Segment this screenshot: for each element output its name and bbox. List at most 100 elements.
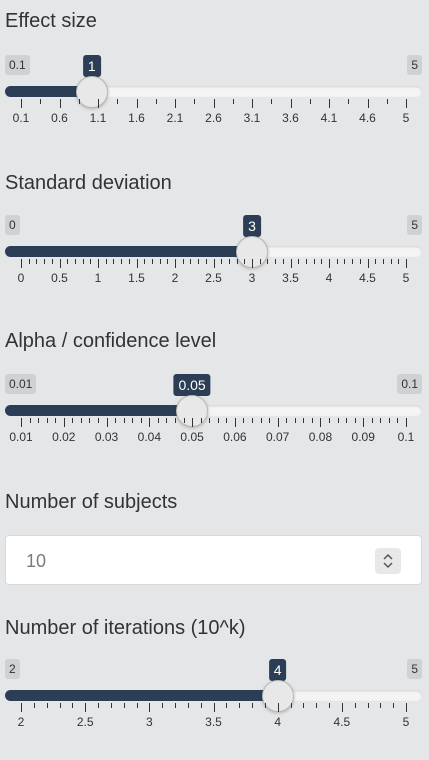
slider-minor-tick [380,418,381,423]
effect-size-slider[interactable]: 0.1 5 1 0.1 0.6 1.1 1.6 2.1 2.6 3.1 3.6 4.1 4.6 5 [0,55,429,155]
slider-minor-tick [129,259,130,264]
slider-minor-tick [75,259,76,264]
slider-major-tick [368,99,369,108]
subjects-input[interactable] [24,548,328,574]
slider-tick-label: 4.1 [320,111,338,125]
slider-major-tick [406,418,407,427]
slider-major-tick [60,99,61,108]
slider-minor-tick [283,259,284,264]
slider-tick-label: 4.5 [333,715,351,729]
slider-minor-tick [233,99,234,104]
slider-minor-tick [360,259,361,264]
slider-tick-label: 0.1 [12,111,30,125]
slider-minor-tick [344,259,345,264]
slider-major-tick [137,259,138,268]
slider-tick-label: 0.05 [180,430,204,444]
slider-tick-label: 0.06 [223,430,247,444]
slider-minor-tick [352,259,353,264]
slider-minor-tick [132,418,133,423]
slider-minor-tick [209,418,210,423]
slider-tick-label: 0.02 [52,430,76,444]
slider-minor-tick [226,703,227,708]
slider-minor-tick [47,418,48,423]
slider-tick-label: 3.1 [243,111,261,125]
slider-tick-label: 3.5 [205,715,222,729]
slider-tick-label: 0.1 [397,430,415,444]
slider-minor-tick [221,259,222,264]
slider-minor-tick [166,418,167,423]
slider-track[interactable] [5,246,422,257]
slider-track[interactable] [5,405,422,416]
slider-minor-tick [226,418,227,423]
alpha-slider[interactable]: 0.01 0.1 0.05 0.01 0.02 0.03 0.04 0.05 0.06 0.07 0… [0,374,429,474]
slider-minor-tick [261,418,262,423]
slider-minor-tick [175,418,176,423]
slider-minor-tick [380,703,381,708]
slider-minor-tick [329,418,330,423]
slider-minor-tick [67,259,68,264]
slider-max-label: 0.1 [397,374,422,394]
slider-minor-tick [269,418,270,423]
slider-tick-label: 5 [402,271,410,285]
slider-major-tick [60,259,61,268]
slider-fill [5,246,252,257]
slider-minor-tick [329,703,330,708]
slider-tick-label: 5 [402,111,410,125]
slider-minor-tick [243,418,244,423]
subjects-label: Number of subjects [5,491,178,513]
alpha-label: Alpha / confidence level [5,330,217,352]
slider-minor-tick [314,259,315,264]
slider-major-tick [342,703,343,712]
slider-minor-tick [98,703,99,708]
slider-tick-label: 0.09 [351,430,375,444]
slider-ticks [0,99,429,109]
slider-major-tick [137,99,138,108]
subjects-input-box[interactable] [5,535,422,585]
slider-major-tick [214,259,215,268]
slider-minor-tick [260,259,261,264]
slider-minor-tick [190,259,191,264]
slider-tick-label: 2.5 [205,271,222,285]
slider-ticks [0,703,429,713]
slider-tick-label: 0 [17,271,25,285]
slider-min-label: 0.01 [5,374,37,394]
slider-minor-tick [90,259,91,264]
slider-major-tick [406,259,407,268]
slider-major-tick [85,703,86,712]
slider-minor-tick [160,259,161,264]
slider-major-tick [329,259,330,268]
slider-track[interactable] [5,86,422,97]
slider-minor-tick [83,259,84,264]
slider-minor-tick [303,703,304,708]
slider-minor-tick [265,703,266,708]
slider-major-tick [21,703,22,712]
slider-tick-label: 0.5 [51,271,68,285]
slider-major-tick [192,418,193,427]
slider-minor-tick [218,418,219,423]
slider-major-tick [252,99,253,108]
up-down-spinner-icon[interactable] [375,548,401,574]
slider-minor-tick [47,703,48,708]
iterations-slider[interactable]: 2 5 4 2 2.5 3 3.5 4 4.5 5 [0,659,429,759]
slider-major-tick [214,703,215,712]
slider-minor-tick [337,259,338,264]
slider-minor-tick [72,418,73,423]
slider-track[interactable] [5,690,422,701]
slider-minor-tick [52,259,53,264]
slider-tick-label: 5 [402,715,410,729]
slider-minor-tick [375,259,376,264]
slider-fill [5,405,193,416]
slider-minor-tick [98,418,99,423]
slider-major-tick [21,99,22,108]
standard-deviation-slider[interactable]: 0 5 3 0 0.5 1 1.5 2 2.5 3 3.5 4 4.5 5 [0,215,429,315]
slider-tick-label: 0.07 [265,430,290,444]
slider-minor-tick [229,259,230,264]
slider-minor-tick [44,259,45,264]
slider-minor-tick [162,703,163,708]
slider-major-tick [175,259,176,268]
slider-minor-tick [206,259,207,264]
slider-tick-label: 2.1 [166,111,184,125]
slider-tick-label: 0.6 [51,111,68,125]
standard-deviation-label: Standard deviation [5,172,172,194]
slider-minor-tick [30,418,31,423]
